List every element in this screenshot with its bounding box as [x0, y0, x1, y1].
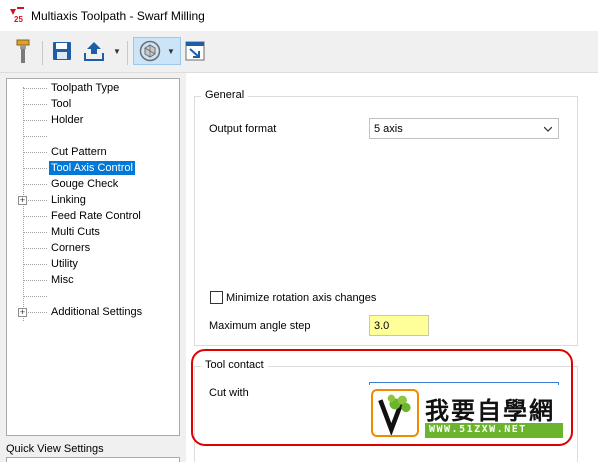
- multiaxis-toolpath-dialog: 25 Multiaxis Toolpath - Swarf Milling ▼ …: [0, 0, 598, 462]
- watermark-url: WWW.51ZXW.NET: [429, 424, 527, 435]
- title-bar: 25 Multiaxis Toolpath - Swarf Milling: [0, 0, 598, 31]
- tree-item-toolpath-type[interactable]: Toolpath Type: [51, 81, 119, 95]
- save-button[interactable]: [50, 39, 74, 63]
- save-icon: [53, 42, 71, 60]
- tool-button[interactable]: [12, 37, 34, 67]
- svg-text:25: 25: [14, 15, 23, 24]
- tree-item-feed-rate-control[interactable]: Feed Rate Control: [51, 209, 141, 223]
- output-format-value: 5 axis: [374, 123, 403, 135]
- tree-item-multi-cuts[interactable]: Multi Cuts: [51, 225, 100, 239]
- tree-connector: [23, 152, 47, 153]
- chevron-down-icon: ▼: [113, 46, 121, 56]
- tree-item-utility[interactable]: Utility: [51, 257, 78, 271]
- toolbar: ▼ ▼: [0, 31, 598, 73]
- tool-axis-view-button[interactable]: ▼: [133, 37, 181, 65]
- tree-connector: [23, 120, 47, 121]
- minimize-rotation-checkbox[interactable]: [210, 291, 223, 304]
- apply-icon: [185, 41, 205, 61]
- tree-item-tool-axis-control[interactable]: Tool Axis Control: [49, 161, 135, 175]
- chevron-down-icon: ▼: [167, 46, 175, 56]
- general-group: General Output format 5 axis Minimize ro…: [194, 89, 578, 346]
- tree-item-additional-settings[interactable]: Additional Settings: [51, 305, 142, 319]
- max-angle-step-input[interactable]: 3.0: [369, 315, 429, 336]
- minimize-rotation-label: Minimize rotation axis changes: [226, 292, 377, 304]
- tree-connector: [23, 248, 47, 249]
- tree-connector: [23, 264, 47, 265]
- max-angle-step-label: Maximum angle step: [209, 320, 311, 332]
- tree-item-tool[interactable]: Tool: [51, 97, 71, 111]
- tree-item-gouge-check[interactable]: Gouge Check: [51, 177, 118, 191]
- settings-tree: Toolpath Type Tool Holder Cut Pattern To…: [6, 78, 180, 436]
- quick-view-settings-label: Quick View Settings: [6, 443, 104, 455]
- toolbar-separator: [127, 41, 128, 65]
- tree-item-linking[interactable]: Linking: [51, 193, 86, 207]
- tree-item-holder[interactable]: Holder: [51, 113, 83, 127]
- tree-item-corners[interactable]: Corners: [51, 241, 90, 255]
- app-logo-icon: 25: [8, 6, 26, 24]
- export-button[interactable]: [80, 39, 108, 63]
- tree-connector: [23, 280, 47, 281]
- window-title: Multiaxis Toolpath - Swarf Milling: [31, 9, 205, 23]
- apply-button[interactable]: [184, 39, 206, 63]
- watermark-logo-icon: [371, 389, 419, 437]
- tree-connector: [23, 216, 47, 217]
- watermark-url-bar: WWW.51ZXW.NET: [425, 423, 563, 438]
- tree-connector: [23, 232, 47, 233]
- output-format-select[interactable]: 5 axis: [369, 118, 559, 139]
- watermark: 我要自學網 WWW.51ZXW.NET: [369, 385, 566, 441]
- tree-connector: [23, 184, 47, 185]
- expand-additional-settings-icon[interactable]: +: [18, 308, 27, 317]
- export-dropdown[interactable]: ▼: [111, 43, 123, 59]
- toolbar-separator: [42, 41, 43, 65]
- output-format-label: Output format: [209, 123, 277, 135]
- tree-connector: [23, 88, 47, 89]
- watermark-text: 我要自學網: [425, 397, 555, 425]
- tree-item-misc[interactable]: Misc: [51, 273, 74, 287]
- chevron-down-icon: [544, 126, 552, 132]
- tree-connector: [23, 296, 47, 297]
- export-icon: [84, 42, 104, 61]
- tree-connector: [23, 136, 47, 137]
- tool-icon: [16, 39, 30, 63]
- general-group-title: General: [201, 89, 249, 101]
- quick-view-settings-panel: [6, 457, 180, 462]
- expand-linking-icon[interactable]: +: [18, 196, 27, 205]
- max-angle-step-value: 3.0: [374, 320, 390, 332]
- tree-connector: [23, 104, 47, 105]
- tree-item-cut-pattern[interactable]: Cut Pattern: [51, 145, 107, 159]
- tree-connector: [23, 168, 47, 169]
- tool-axis-icon: [139, 40, 161, 62]
